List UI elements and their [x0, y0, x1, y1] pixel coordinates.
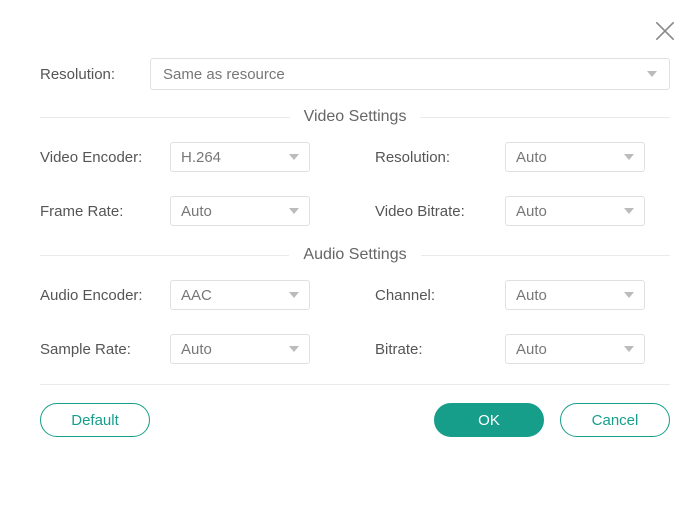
ok-button-label: OK — [478, 412, 500, 429]
chevron-down-icon — [289, 154, 299, 160]
frame-rate-select[interactable]: Auto — [170, 196, 310, 226]
video-encoder-field: Video Encoder: H.264 — [40, 142, 335, 172]
sample-rate-field: Sample Rate: Auto — [40, 334, 335, 364]
sample-rate-value: Auto — [181, 341, 212, 358]
audio-bitrate-select[interactable]: Auto — [505, 334, 645, 364]
top-resolution-select[interactable]: Same as resource — [150, 58, 670, 90]
frame-rate-label: Frame Rate: — [40, 203, 170, 220]
cancel-button-label: Cancel — [592, 412, 639, 429]
video-bitrate-value: Auto — [516, 203, 547, 220]
default-button-label: Default — [71, 412, 119, 429]
chevron-down-icon — [624, 208, 634, 214]
channel-value: Auto — [516, 287, 547, 304]
video-settings-grid: Video Encoder: H.264 Resolution: Auto Fr… — [40, 142, 670, 226]
audio-bitrate-field: Bitrate: Auto — [375, 334, 670, 364]
footer-divider — [40, 384, 670, 385]
divider-line — [420, 117, 670, 118]
settings-dialog: Resolution: Same as resource Video Setti… — [0, 0, 700, 510]
sample-rate-select[interactable]: Auto — [170, 334, 310, 364]
top-resolution-label: Resolution: — [40, 66, 150, 83]
chevron-down-icon — [624, 154, 634, 160]
frame-rate-field: Frame Rate: Auto — [40, 196, 335, 226]
video-resolution-select[interactable]: Auto — [505, 142, 645, 172]
close-icon — [652, 18, 678, 44]
divider-line — [40, 255, 289, 256]
video-bitrate-select[interactable]: Auto — [505, 196, 645, 226]
divider-line — [421, 255, 670, 256]
audio-encoder-select[interactable]: AAC — [170, 280, 310, 310]
video-bitrate-label: Video Bitrate: — [375, 203, 505, 220]
video-resolution-value: Auto — [516, 149, 547, 166]
video-resolution-field: Resolution: Auto — [375, 142, 670, 172]
cancel-button[interactable]: Cancel — [560, 403, 670, 437]
audio-encoder-field: Audio Encoder: AAC — [40, 280, 335, 310]
audio-settings-grid: Audio Encoder: AAC Channel: Auto Sample … — [40, 280, 670, 364]
chevron-down-icon — [289, 346, 299, 352]
video-encoder-value: H.264 — [181, 149, 221, 166]
chevron-down-icon — [624, 346, 634, 352]
audio-section-header: Audio Settings — [40, 246, 670, 264]
sample-rate-label: Sample Rate: — [40, 341, 170, 358]
video-section-title: Video Settings — [290, 108, 421, 126]
frame-rate-value: Auto — [181, 203, 212, 220]
audio-section-title: Audio Settings — [289, 246, 420, 264]
chevron-down-icon — [289, 292, 299, 298]
chevron-down-icon — [647, 71, 657, 77]
audio-encoder-value: AAC — [181, 287, 212, 304]
channel-select[interactable]: Auto — [505, 280, 645, 310]
top-resolution-value: Same as resource — [163, 66, 285, 83]
audio-encoder-label: Audio Encoder: — [40, 287, 170, 304]
channel-field: Channel: Auto — [375, 280, 670, 310]
audio-bitrate-value: Auto — [516, 341, 547, 358]
top-resolution-row: Resolution: Same as resource — [40, 58, 670, 90]
dialog-footer: Default OK Cancel — [40, 403, 670, 437]
audio-bitrate-label: Bitrate: — [375, 341, 505, 358]
ok-button[interactable]: OK — [434, 403, 544, 437]
default-button[interactable]: Default — [40, 403, 150, 437]
video-section-header: Video Settings — [40, 108, 670, 126]
footer-right-group: OK Cancel — [434, 403, 670, 437]
video-encoder-select[interactable]: H.264 — [170, 142, 310, 172]
divider-line — [40, 117, 290, 118]
video-resolution-label: Resolution: — [375, 149, 505, 166]
channel-label: Channel: — [375, 287, 505, 304]
video-bitrate-field: Video Bitrate: Auto — [375, 196, 670, 226]
chevron-down-icon — [624, 292, 634, 298]
video-encoder-label: Video Encoder: — [40, 149, 170, 166]
close-button[interactable] — [652, 18, 678, 44]
chevron-down-icon — [289, 208, 299, 214]
